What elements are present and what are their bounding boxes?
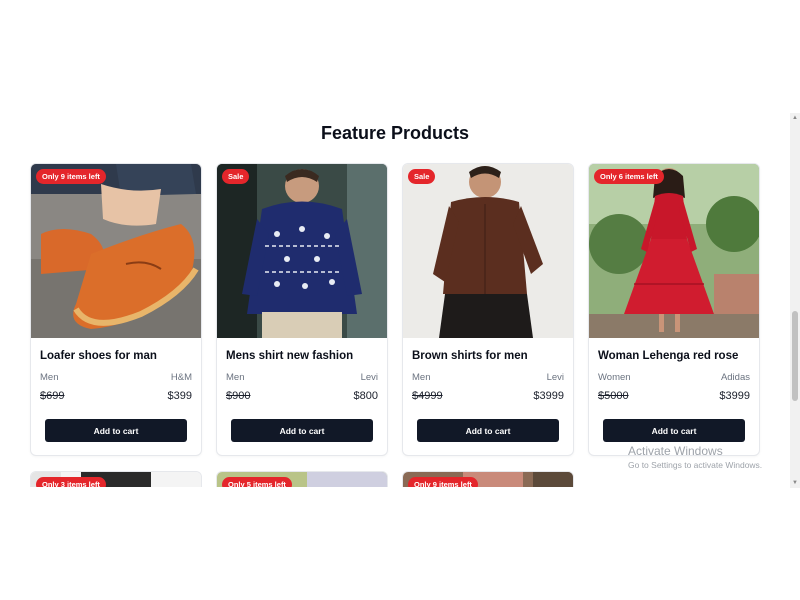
original-price: $699 <box>40 390 65 402</box>
scrollbar-thumb[interactable] <box>792 311 798 401</box>
sale-price: $399 <box>167 390 192 402</box>
product-card[interactable]: Only 5 items left <box>216 471 388 487</box>
product-card[interactable]: Sale Mens shirt new fashion Men Levi $90… <box>216 163 388 456</box>
watermark-subtitle: Go to Settings to activate Windows. <box>628 460 763 470</box>
stock-badge: Only 9 items left <box>36 169 106 184</box>
sale-price: $3999 <box>533 390 564 402</box>
product-card[interactable]: Sale Brown shirts for men Men Levi $4999… <box>402 163 574 456</box>
product-name[interactable]: Mens shirt new fashion <box>226 350 353 362</box>
product-name[interactable]: Loafer shoes for man <box>40 350 157 362</box>
products-viewport: Only 9 items left Loafer shoes for man M… <box>0 0 790 487</box>
product-category: Women <box>598 372 631 383</box>
product-image[interactable] <box>31 164 201 338</box>
stock-badge: Only 5 items left <box>222 477 292 487</box>
navy-printed-shirt-image <box>217 164 387 338</box>
product-category: Men <box>40 372 59 383</box>
product-name[interactable]: Brown shirts for men <box>412 350 528 362</box>
scroll-up-arrow-icon[interactable]: ▲ <box>792 115 798 121</box>
product-card[interactable]: Only 6 items left Woman Lehenga red rose… <box>588 163 760 456</box>
product-brand: Adidas <box>720 372 750 383</box>
sale-price: $3999 <box>719 390 750 402</box>
add-to-cart-button[interactable]: Add to cart <box>603 419 745 442</box>
product-card[interactable]: Only 9 items left <box>402 471 574 487</box>
product-name[interactable]: Woman Lehenga red rose <box>598 350 738 362</box>
sale-badge: Sale <box>408 169 436 184</box>
stock-badge: Only 3 items left <box>36 477 106 487</box>
product-card[interactable]: Only 9 items left Loafer shoes for man M… <box>30 163 202 456</box>
brown-shirt-image <box>403 164 573 338</box>
add-to-cart-button[interactable]: Add to cart <box>231 419 373 442</box>
vertical-scrollbar[interactable]: ▲ ▼ <box>790 113 800 488</box>
original-price: $900 <box>226 390 251 402</box>
product-image[interactable] <box>589 164 759 338</box>
stock-badge: Only 6 items left <box>594 169 664 184</box>
product-brand: Levi <box>360 372 378 383</box>
orange-loafer-shoe-image <box>31 164 201 338</box>
product-card[interactable]: Only 3 items left <box>30 471 202 487</box>
original-price: $4999 <box>412 390 443 402</box>
sale-badge: Sale <box>222 169 250 184</box>
section-title: Feature Products <box>320 123 470 143</box>
product-brand: Levi <box>546 372 564 383</box>
product-category: Men <box>226 372 245 383</box>
sale-price: $800 <box>353 390 378 402</box>
product-image[interactable] <box>217 164 387 338</box>
activate-windows-watermark: Activate Windows Go to Settings to activ… <box>628 444 762 470</box>
stock-badge: Only 9 items left <box>408 477 478 487</box>
product-category: Men <box>412 372 431 383</box>
original-price: $5000 <box>598 390 629 402</box>
scroll-down-arrow-icon[interactable]: ▼ <box>792 480 798 486</box>
add-to-cart-button[interactable]: Add to cart <box>45 419 187 442</box>
watermark-title: Activate Windows <box>628 444 723 458</box>
red-dress-image <box>589 164 759 338</box>
product-image[interactable] <box>403 164 573 338</box>
product-brand: H&M <box>170 372 192 383</box>
add-to-cart-button[interactable]: Add to cart <box>417 419 559 442</box>
